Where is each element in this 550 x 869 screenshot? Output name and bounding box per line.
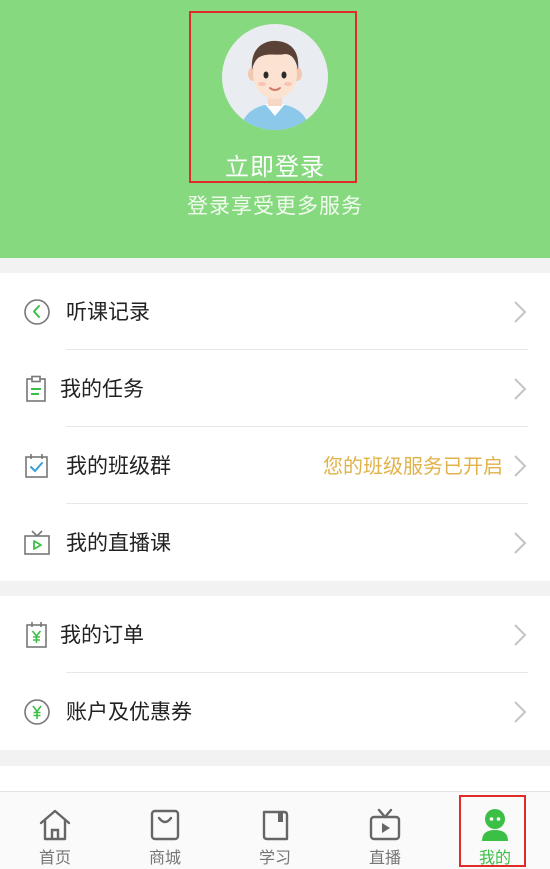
tab-label: 直播 bbox=[368, 848, 401, 867]
menu-item-label: 我的班级群 bbox=[66, 454, 171, 478]
tab-label: 学习 bbox=[258, 848, 291, 867]
tab-label: 商城 bbox=[148, 848, 181, 867]
tab-mine-highlight-box bbox=[459, 795, 526, 867]
tab-live[interactable]: 直播 bbox=[330, 792, 440, 869]
chevron-right-icon bbox=[512, 700, 528, 724]
menu-group-account: 我的订单 账户及优惠券 bbox=[0, 596, 550, 750]
calendar-check-icon bbox=[22, 451, 52, 481]
chevron-right-icon bbox=[512, 623, 528, 647]
menu-group-learning: 听课记录 我的任务 我的班级群 您的班级服务已开启 我的直播课 bbox=[0, 273, 550, 581]
menu-item-label: 我的直播课 bbox=[66, 531, 171, 555]
menu-item-orders[interactable]: 我的订单 bbox=[0, 596, 550, 673]
history-icon bbox=[22, 297, 52, 327]
login-highlight-box bbox=[189, 11, 357, 183]
chevron-right-icon bbox=[512, 377, 528, 401]
class-service-status: 您的班级服务已开启 bbox=[323, 454, 503, 478]
tv-play-icon bbox=[366, 806, 404, 844]
shopping-bag-icon bbox=[146, 806, 184, 844]
chevron-right-icon bbox=[512, 531, 528, 555]
tab-study[interactable]: 学习 bbox=[220, 792, 330, 869]
tab-label: 首页 bbox=[38, 848, 71, 867]
tab-home[interactable]: 首页 bbox=[0, 792, 110, 869]
coin-yen-icon bbox=[22, 697, 52, 727]
home-icon bbox=[36, 806, 74, 844]
menu-item-history[interactable]: 听课记录 bbox=[0, 273, 550, 350]
profile-header: 立即登录 登录享受更多服务 bbox=[0, 0, 550, 258]
menu-item-label: 听课记录 bbox=[66, 300, 150, 324]
tab-mall[interactable]: 商城 bbox=[110, 792, 220, 869]
tv-play-icon bbox=[22, 528, 52, 558]
menu-item-label: 我的订单 bbox=[60, 623, 144, 647]
order-yen-icon bbox=[22, 620, 52, 650]
chevron-right-icon bbox=[512, 300, 528, 324]
clipboard-icon bbox=[22, 374, 52, 404]
book-icon bbox=[256, 806, 294, 844]
chevron-right-icon bbox=[512, 454, 528, 478]
menu-item-live-courses[interactable]: 我的直播课 bbox=[0, 504, 550, 581]
menu-item-tasks[interactable]: 我的任务 bbox=[0, 350, 550, 427]
menu-item-account-coupons[interactable]: 账户及优惠券 bbox=[0, 673, 550, 750]
menu-item-label: 账户及优惠券 bbox=[66, 700, 192, 724]
login-subtitle: 登录享受更多服务 bbox=[187, 194, 363, 218]
menu-item-label: 我的任务 bbox=[60, 377, 144, 401]
menu-item-class-group[interactable]: 我的班级群 您的班级服务已开启 bbox=[0, 427, 550, 504]
